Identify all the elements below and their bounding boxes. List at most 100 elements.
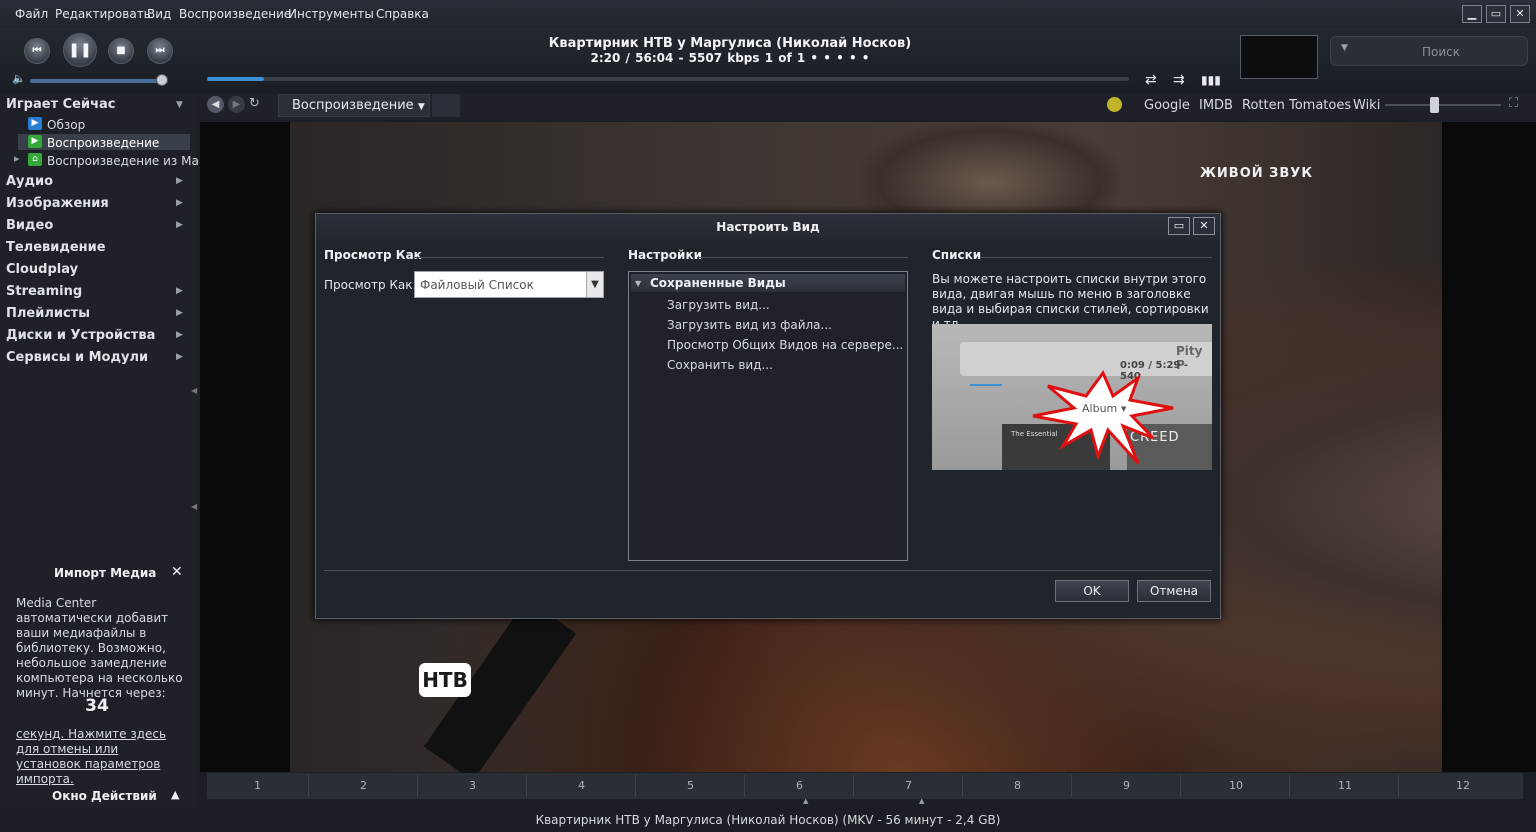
lists-preview-image: Pity P 0:09 / 5:29 - 540 The Essential C… — [932, 324, 1212, 470]
close-icon[interactable]: ✕ — [171, 564, 183, 580]
maximize-button[interactable]: ▭ — [1486, 5, 1506, 23]
link-wiki[interactable]: Wiki — [1353, 98, 1380, 113]
chevron-right-icon[interactable]: ▶ — [176, 308, 183, 318]
sidebar-item-video[interactable]: Видео — [6, 218, 53, 233]
sidebar-item-images[interactable]: Изображения — [6, 196, 109, 211]
search-placeholder: Поиск — [1422, 45, 1461, 59]
sidebar-item-services[interactable]: Сервисы и Модули — [6, 350, 148, 365]
track-title: Квартирник НТВ у Маргулиса (Николай Носк… — [548, 36, 912, 51]
menu-file[interactable]: Файл — [15, 7, 48, 21]
sidebar-item-drives[interactable]: Диски и Устройства — [6, 328, 155, 343]
link-rotten-tomatoes[interactable]: Rotten Tomatoes — [1242, 98, 1351, 113]
status-text: Квартирник НТВ у Маргулиса (Николай Носк… — [535, 813, 1001, 827]
collapse-icon[interactable]: ◀ — [191, 502, 197, 511]
previous-button[interactable]: ⏮ — [24, 38, 50, 64]
chevron-right-icon[interactable]: ▶ — [176, 176, 183, 186]
menu-help[interactable]: Справка — [376, 7, 429, 21]
chapter-marker[interactable]: 10 — [1229, 779, 1243, 792]
chevron-down-icon[interactable]: ▼ — [176, 100, 183, 110]
sidebar-item-cloudplay[interactable]: Cloudplay — [6, 262, 78, 277]
action-window-title[interactable]: Окно Действий — [52, 789, 157, 803]
cancel-button[interactable]: Отмена — [1137, 580, 1211, 602]
load-view-from-file-item[interactable]: Загрузить вид из файла... — [667, 318, 832, 332]
seek-bar[interactable] — [207, 77, 1129, 81]
menu-tools[interactable]: Инструменты — [288, 7, 374, 21]
chevron-down-icon[interactable]: ▼ — [586, 272, 603, 297]
chapter-marker[interactable]: 6 — [796, 779, 803, 792]
chapter-marker[interactable]: 9 — [1123, 779, 1130, 792]
chapter-marker[interactable]: 12 — [1456, 779, 1470, 792]
view-as-header: Просмотр Как — [324, 248, 422, 262]
preview-progress — [970, 384, 1002, 386]
chevron-right-icon[interactable]: ▶ — [176, 198, 183, 208]
collapse-icon[interactable]: ▼ — [635, 279, 641, 288]
stop-button[interactable]: ■ — [108, 38, 134, 64]
dialog-maximize-button[interactable]: ▭ — [1168, 217, 1190, 235]
chapter-marker[interactable]: 2 — [360, 779, 367, 792]
video-overlay-text: ЖИВОЙ ЗВУК — [1200, 166, 1313, 181]
chevron-up-icon[interactable]: ▲ — [171, 788, 179, 801]
menu-edit[interactable]: Редактировать — [55, 7, 151, 21]
chapter-marker[interactable]: 8 — [1014, 779, 1021, 792]
chevron-right-icon[interactable]: ▶ — [176, 220, 183, 230]
dialog-close-button[interactable]: ✕ — [1193, 217, 1215, 235]
divider — [324, 570, 1212, 571]
link-imdb[interactable]: IMDB — [1199, 98, 1233, 113]
chevron-right-icon[interactable]: ▶ — [176, 352, 183, 362]
import-settings-link[interactable]: секунд. Нажмите здесь для отмены или уст… — [16, 727, 186, 787]
chevron-right-icon[interactable]: ▶ — [176, 286, 183, 296]
now-playing-thumbnail[interactable] — [1240, 35, 1318, 79]
sidebar-item-streaming[interactable]: Streaming — [6, 284, 82, 299]
overview-icon: ▶ — [28, 117, 42, 130]
ok-button[interactable]: OK — [1055, 580, 1129, 602]
load-view-item[interactable]: Загрузить вид... — [667, 298, 770, 312]
sidebar-item-playing-now[interactable]: Играет Сейчас — [6, 97, 116, 112]
chevron-right-icon[interactable]: ▶ — [176, 330, 183, 340]
chapter-divider — [1180, 775, 1181, 797]
repeat-icon[interactable]: ⇄ — [1145, 72, 1157, 88]
seek-bar-fill — [207, 77, 265, 81]
fullscreen-icon[interactable]: ⛶ — [1509, 96, 1518, 111]
volume-slider[interactable] — [30, 79, 168, 83]
chapter-marker[interactable]: 11 — [1338, 779, 1352, 792]
expand-icon[interactable]: ▶ — [14, 155, 19, 163]
save-view-item[interactable]: Сохранить вид... — [667, 358, 773, 372]
search-dropdown-icon[interactable]: ▼ — [1341, 43, 1348, 53]
chapter-marker[interactable]: 1 — [254, 779, 261, 792]
sidebar-item-overview[interactable]: Обзор — [47, 118, 85, 132]
sidebar-item-playlists[interactable]: Плейлисты — [6, 306, 90, 321]
close-icon: ✕ — [1199, 219, 1209, 232]
chapter-marker[interactable]: 4 — [578, 779, 585, 792]
sidebar-item-playback[interactable]: Воспроизведение — [47, 136, 159, 150]
forward-icon[interactable]: ▶ — [228, 96, 245, 113]
browse-shared-views-item[interactable]: Просмотр Общих Видов на сервере... — [667, 338, 903, 352]
back-icon[interactable]: ◀ — [207, 96, 224, 113]
minimize-button[interactable]: ▁ — [1462, 5, 1482, 23]
tab-playback[interactable]: Воспроизведение ▼ — [278, 94, 430, 117]
link-google[interactable]: Google — [1144, 98, 1190, 113]
sidebar-item-audio[interactable]: Аудио — [6, 174, 53, 189]
sidebar-item-tv[interactable]: Телевидение — [6, 240, 106, 255]
next-button[interactable]: ⏭ — [147, 38, 173, 64]
chapter-divider — [1289, 775, 1290, 797]
zoom-slider-knob[interactable] — [1430, 97, 1439, 113]
collapse-icon[interactable]: ◀ — [191, 386, 197, 395]
menu-view[interactable]: Вид — [147, 7, 171, 21]
chapter-marker[interactable]: 3 — [469, 779, 476, 792]
visualizer-icon[interactable]: ▮▮▮ — [1201, 73, 1221, 87]
pause-button[interactable]: ❚❚ — [63, 33, 97, 67]
playback-from-icon: ⌂ — [28, 153, 42, 166]
new-tab-button[interactable] — [432, 94, 460, 117]
view-as-select[interactable]: Файловый Список — [414, 271, 604, 298]
chapter-marker[interactable]: 5 — [687, 779, 694, 792]
chapter-divider — [635, 775, 636, 797]
zoom-slider[interactable] — [1385, 104, 1501, 106]
sidebar-item-playback-from[interactable]: Воспроизведение из Ма... — [47, 154, 210, 168]
close-window-button[interactable]: ✕ — [1510, 5, 1530, 23]
shuffle-icon[interactable]: ⇉ — [1173, 72, 1185, 88]
volume-icon[interactable]: 🔈 — [12, 72, 26, 85]
chapter-marker[interactable]: 7 — [905, 779, 912, 792]
ntv-logo: НТВ — [419, 663, 471, 697]
menu-playback[interactable]: Воспроизведение — [179, 7, 291, 21]
refresh-icon[interactable]: ↻ — [249, 96, 260, 111]
